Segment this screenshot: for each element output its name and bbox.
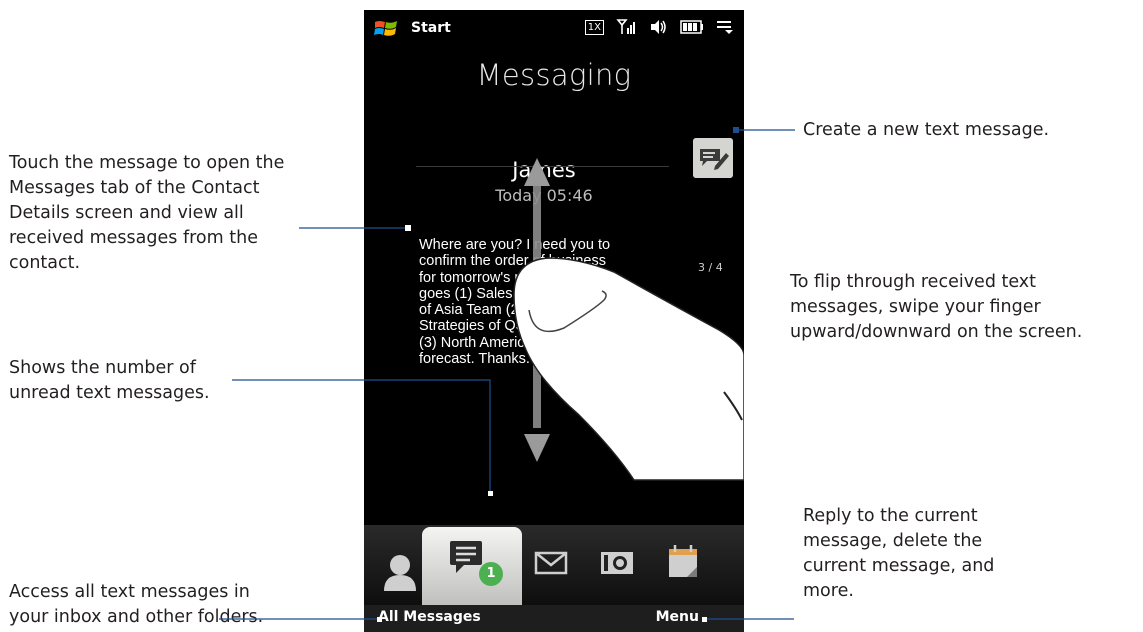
leader-lines <box>219 127 795 622</box>
leader-dot-badge <box>488 491 493 496</box>
leader-dot-menu <box>702 617 707 622</box>
leader-dot-all-messages <box>377 617 382 622</box>
leader-dot-message <box>405 225 411 231</box>
